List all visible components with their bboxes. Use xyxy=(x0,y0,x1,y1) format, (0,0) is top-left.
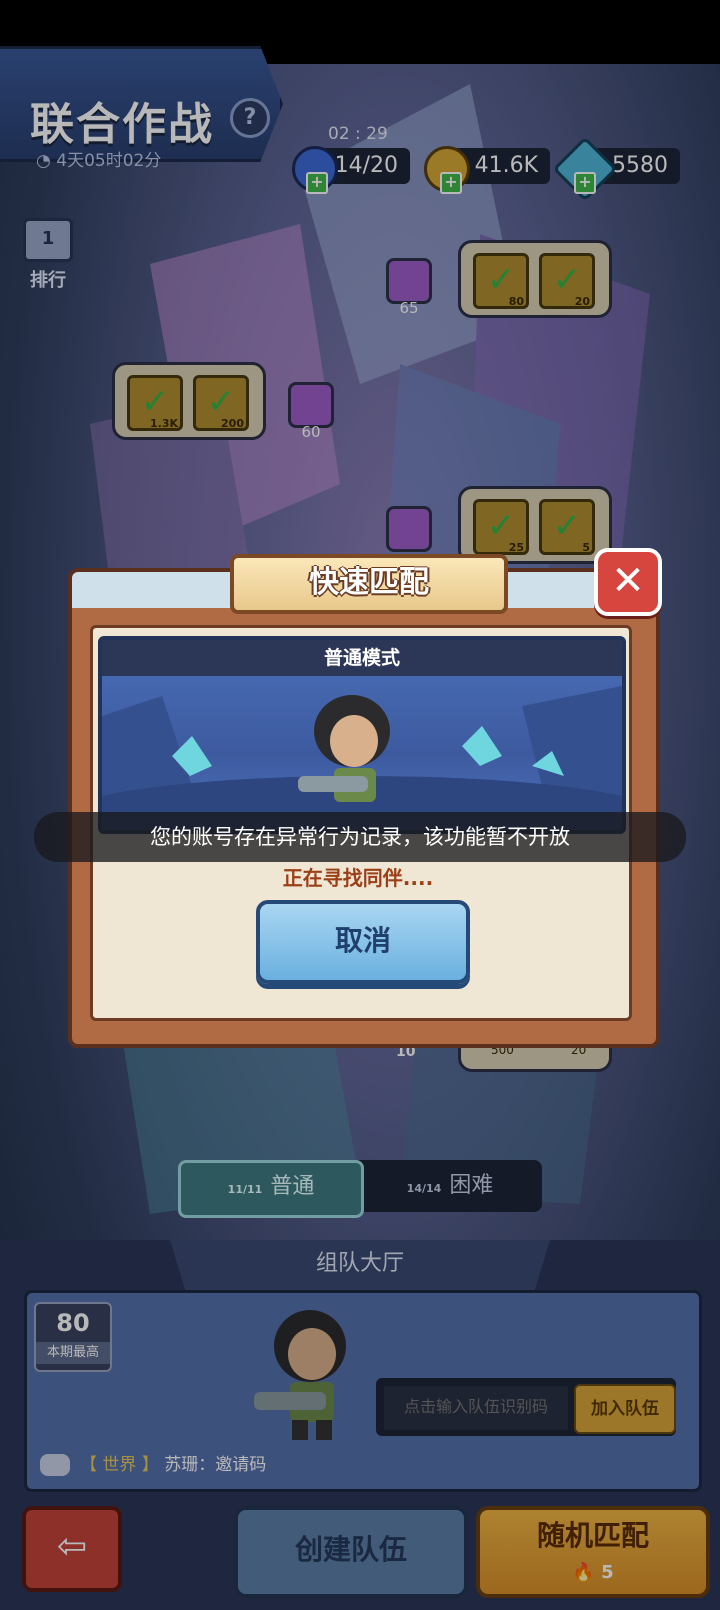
mode-card: 普通模式 xyxy=(98,636,626,834)
close-icon[interactable]: ✕ xyxy=(594,548,662,616)
searching-status: 正在寻找同伴.... xyxy=(282,866,434,890)
cave-scene xyxy=(102,686,622,830)
cancel-button[interactable]: 取消 xyxy=(256,900,470,984)
mode-title: 普通模式 xyxy=(102,640,622,676)
dialog-title: 快速匹配 xyxy=(230,554,508,614)
toast-message: 您的账号存在异常行为记录，该功能暂不开放 xyxy=(34,812,686,862)
